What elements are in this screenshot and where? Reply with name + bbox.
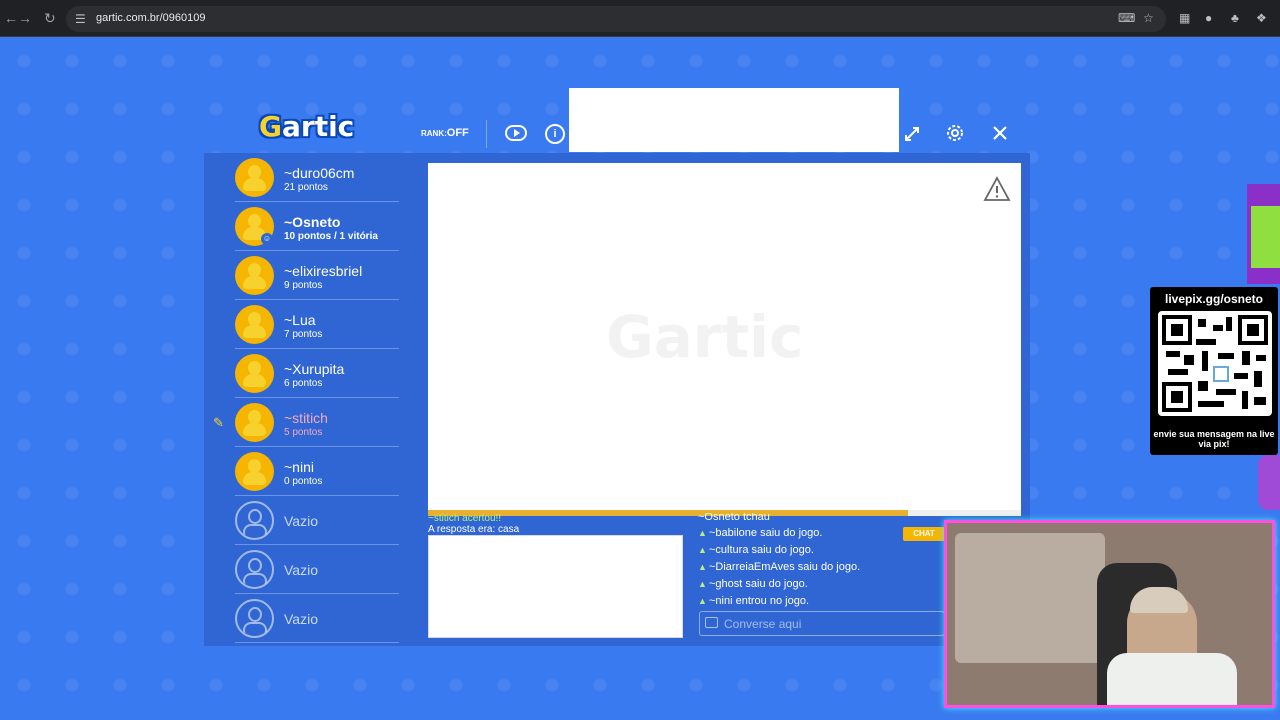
player-name: ~Xurupita	[284, 361, 345, 377]
player-divider	[235, 642, 399, 643]
avatar	[235, 452, 274, 491]
chat-message: ▲ ~DiarreiaEmAves saiu do jogo.	[698, 559, 948, 576]
answer-line: A resposta era: casa	[428, 524, 520, 535]
chat-tab[interactable]: CHAT	[903, 527, 945, 541]
answers-log: ~stitich acertou!! A resposta era: casa	[428, 513, 683, 535]
player-points: 6 pontos	[284, 378, 323, 389]
answer-line: ~stitich acertou!!	[428, 513, 502, 524]
stream-overlay-green	[1251, 206, 1280, 268]
rank-label: RANK:	[421, 129, 447, 138]
extension-circle-icon[interactable]: ●	[1205, 11, 1212, 25]
current-user-icon: ☺	[261, 233, 273, 245]
avatar	[235, 158, 274, 197]
player-points: 21 pontos	[284, 182, 328, 193]
report-warning-icon[interactable]	[983, 175, 1011, 203]
answer-input-box[interactable]	[428, 535, 683, 638]
qr-code	[1158, 311, 1272, 416]
player-name: Vazio	[284, 562, 318, 578]
system-icon: ▲	[698, 545, 707, 555]
system-icon: ▲	[698, 562, 707, 572]
address-bar[interactable]: ☰ gartic.com.br/0960109	[66, 6, 1166, 32]
empty-avatar-icon	[235, 501, 274, 540]
player-name: ~nini	[284, 459, 314, 475]
avatar: ☺	[235, 207, 274, 246]
extension-puzzle-icon[interactable]: ❖	[1256, 11, 1267, 25]
back-arrow-icon[interactable]: ←	[4, 10, 18, 26]
close-icon[interactable]	[989, 122, 1011, 144]
avatar	[235, 256, 274, 295]
bookmark-star-icon[interactable]: ☆	[1143, 11, 1154, 25]
rank-value: OFF	[446, 127, 469, 139]
streamer-webcam	[944, 520, 1275, 708]
canvas-watermark: Gartic	[606, 303, 804, 371]
player-row[interactable]: ☺ ~Osneto 10 pontos / 1 vitória	[209, 202, 415, 251]
system-icon: ▲	[698, 579, 707, 589]
chat-message: ▲ ~nini entrou no jogo.	[698, 593, 948, 608]
stream-overlay-mascot	[1258, 455, 1280, 510]
logo-first-letter: G	[259, 110, 282, 143]
play-video-icon	[505, 125, 527, 141]
extension-leaf-icon[interactable]: ♣	[1231, 11, 1239, 25]
empty-avatar-icon	[235, 599, 274, 638]
translate-icon[interactable]: ⌨	[1118, 11, 1135, 25]
header-divider	[486, 120, 487, 148]
player-name: ~stitich	[284, 410, 328, 426]
livepix-title: livepix.gg/osneto	[1164, 292, 1263, 306]
player-row[interactable]: ~Lua 7 pontos	[209, 300, 415, 349]
reload-icon[interactable]: ↻	[44, 10, 56, 27]
url-text: gartic.com.br/0960109	[96, 12, 206, 24]
player-points: 9 pontos	[284, 280, 323, 291]
system-icon: ▲	[698, 528, 707, 538]
webcam-wall-art	[955, 533, 1105, 663]
system-icon: ▲	[698, 596, 707, 606]
player-points: 7 pontos	[284, 329, 323, 340]
empty-avatar-icon	[235, 550, 274, 589]
video-button[interactable]	[505, 123, 527, 143]
player-points: 0 pontos	[284, 476, 323, 487]
player-points: 5 pontos	[284, 427, 323, 438]
player-name: ~Osneto	[284, 214, 341, 230]
webcam-cap	[1130, 587, 1188, 613]
player-slot-empty[interactable]: Vazio	[209, 545, 415, 594]
ad-banner	[569, 88, 899, 152]
stream-overlay-strip	[1247, 184, 1280, 284]
chat-message: ▲ ~cultura saiu do jogo.	[698, 542, 948, 559]
settings-gear-icon[interactable]	[944, 122, 966, 144]
gartic-logo[interactable]: Gartic	[259, 110, 354, 143]
player-row[interactable]: ~duro06cm 21 pontos	[209, 153, 415, 202]
player-name: ~Lua	[284, 312, 316, 328]
logo-rest: artic	[281, 110, 355, 143]
chat-bubble-icon	[705, 617, 718, 628]
extension-icon[interactable]: ▦	[1179, 11, 1190, 25]
browser-toolbar: ← → ↻ ☰ gartic.com.br/0960109 ⌨ ☆ ▦ ● ♣ …	[0, 0, 1280, 37]
site-settings-icon[interactable]: ☰	[75, 12, 86, 26]
player-name: Vazio	[284, 611, 318, 627]
livepix-qr-overlay: livepix.gg/osneto envie sua mensagem na …	[1150, 287, 1278, 455]
webcam-shirt	[1107, 653, 1237, 705]
drawing-canvas[interactable]: Gartic	[428, 163, 1021, 510]
chat-input-wrapper[interactable]	[699, 611, 945, 636]
forward-arrow-icon[interactable]: →	[18, 10, 32, 26]
player-row[interactable]: ~elixiresbriel 9 pontos	[209, 251, 415, 300]
rank-status: RANK:OFF	[421, 127, 469, 139]
pencil-drawing-icon: ✎	[213, 415, 224, 430]
avatar	[235, 354, 274, 393]
player-slot-empty[interactable]: Vazio	[209, 496, 415, 545]
info-icon[interactable]: i	[545, 124, 565, 144]
player-name: ~duro06cm	[284, 165, 355, 181]
player-points: 10 pontos / 1 vitória	[284, 231, 378, 242]
player-name: ~elixiresbriel	[284, 263, 363, 279]
player-slot-empty[interactable]: Vazio	[209, 594, 415, 643]
chat-message: ~Osneto tchau	[698, 513, 770, 523]
livepix-caption: envie sua mensagem na live via pix!	[1153, 429, 1275, 449]
player-row[interactable]: ~nini 0 pontos	[209, 447, 415, 496]
player-name: Vazio	[284, 513, 318, 529]
chat-message: ▲ ~ghost saiu do jogo.	[698, 576, 948, 593]
player-row[interactable]: ✎ ~stitich 5 pontos	[209, 398, 415, 447]
player-row[interactable]: ~Xurupita 6 pontos	[209, 349, 415, 398]
avatar	[235, 305, 274, 344]
avatar	[235, 403, 274, 442]
chat-input[interactable]	[724, 615, 939, 633]
fullscreen-icon[interactable]	[901, 123, 923, 145]
